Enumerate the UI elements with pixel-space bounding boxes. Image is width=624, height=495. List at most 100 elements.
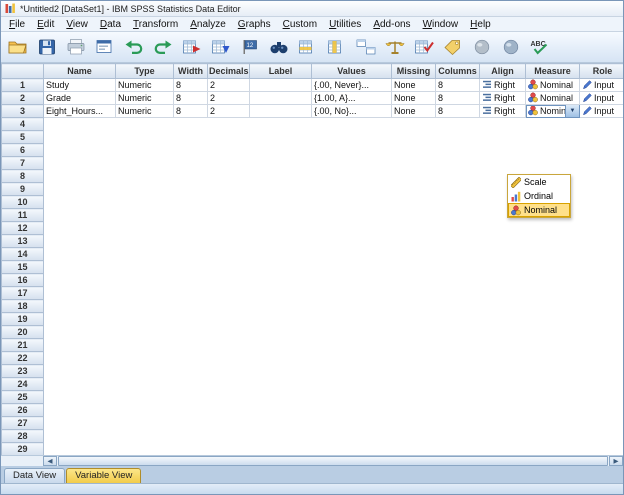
cell-decimals[interactable]: 2 — [207, 104, 250, 118]
menu-item-file[interactable]: File — [3, 19, 31, 30]
col-header-label[interactable]: Label — [249, 63, 312, 79]
menu-item-edit[interactable]: Edit — [31, 19, 60, 30]
cell-columns[interactable]: 8 — [435, 91, 480, 105]
row-number[interactable]: 19 — [1, 312, 44, 326]
row-number[interactable]: 3 — [1, 104, 44, 118]
row-number[interactable]: 24 — [1, 377, 44, 391]
split-file-button[interactable] — [352, 35, 380, 60]
cell-width[interactable]: 8 — [173, 78, 208, 92]
menu-item-window[interactable]: Window — [417, 19, 465, 30]
variables-button[interactable]: 12 — [236, 35, 264, 60]
cell-width[interactable]: 8 — [173, 91, 208, 105]
menu-item-addons[interactable]: Add-ons — [367, 19, 416, 30]
cell-values[interactable]: {.00, No}... — [311, 104, 392, 118]
row-number[interactable]: 17 — [1, 286, 44, 300]
row-number[interactable]: 15 — [1, 260, 44, 274]
menu-item-custom[interactable]: Custom — [277, 19, 323, 30]
col-header-values[interactable]: Values — [311, 63, 392, 79]
insert-variable-button[interactable] — [323, 35, 351, 60]
open-button[interactable] — [4, 35, 32, 60]
row-number[interactable]: 28 — [1, 429, 44, 443]
measure-option-nominal[interactable]: Nominal — [508, 203, 570, 217]
weight-cases-button[interactable] — [381, 35, 409, 60]
measure-option-scale[interactable]: Scale — [508, 175, 570, 189]
cell-columns[interactable]: 8 — [435, 104, 480, 118]
goto-case-button[interactable] — [178, 35, 206, 60]
row-number[interactable]: 16 — [1, 273, 44, 287]
menu-item-analyze[interactable]: Analyze — [184, 19, 232, 30]
row-number[interactable]: 13 — [1, 234, 44, 248]
goto-variable-button[interactable] — [207, 35, 235, 60]
cell-measure[interactable]: Nominal — [525, 91, 580, 105]
row-number[interactable]: 26 — [1, 403, 44, 417]
col-header-align[interactable]: Align — [479, 63, 526, 79]
cell-measure[interactable]: Nominal ▼ — [525, 104, 580, 118]
scroll-left-button[interactable]: ◀ — [43, 456, 57, 466]
menu-item-utilities[interactable]: Utilities — [323, 19, 367, 30]
row-number[interactable]: 20 — [1, 325, 44, 339]
redo-button[interactable] — [149, 35, 177, 60]
col-header-width[interactable]: Width — [173, 63, 208, 79]
menu-item-graphs[interactable]: Graphs — [232, 19, 277, 30]
cell-values[interactable]: {.00, Never}... — [311, 78, 392, 92]
row-number[interactable]: 2 — [1, 91, 44, 105]
cell-align[interactable]: Right — [479, 91, 526, 105]
cell-type[interactable]: Numeric — [115, 78, 174, 92]
measure-dropdown-button[interactable]: ▼ — [565, 105, 579, 117]
row-number[interactable]: 18 — [1, 299, 44, 313]
cell-align[interactable]: Right — [479, 104, 526, 118]
use-variable-sets-button[interactable] — [468, 35, 496, 60]
row-number[interactable]: 29 — [1, 442, 44, 455]
corner-header[interactable] — [1, 63, 44, 79]
menu-item-data[interactable]: Data — [94, 19, 127, 30]
cell-missing[interactable]: None — [391, 78, 436, 92]
col-header-columns[interactable]: Columns — [435, 63, 480, 79]
col-header-missing[interactable]: Missing — [391, 63, 436, 79]
scrollbar-thumb[interactable] — [58, 456, 608, 466]
cell-role[interactable]: Input — [579, 104, 623, 118]
cell-values[interactable]: {1.00, A}... — [311, 91, 392, 105]
row-number[interactable]: 7 — [1, 156, 44, 170]
cell-align[interactable]: Right — [479, 78, 526, 92]
undo-button[interactable] — [120, 35, 148, 60]
cell-role[interactable]: Input — [579, 91, 623, 105]
menu-item-help[interactable]: Help — [464, 19, 497, 30]
row-number[interactable]: 8 — [1, 169, 44, 183]
row-number[interactable]: 10 — [1, 195, 44, 209]
spell-check-button[interactable]: ABC — [526, 35, 554, 60]
row-number[interactable]: 9 — [1, 182, 44, 196]
col-header-type[interactable]: Type — [115, 63, 174, 79]
cell-missing[interactable]: None — [391, 104, 436, 118]
row-number[interactable]: 22 — [1, 351, 44, 365]
col-header-name[interactable]: Name — [43, 63, 116, 79]
scroll-right-button[interactable]: ▶ — [609, 456, 623, 466]
cell-label[interactable] — [249, 78, 312, 92]
cell-type[interactable]: Numeric — [115, 91, 174, 105]
menu-item-transform[interactable]: Transform — [127, 19, 184, 30]
cell-name[interactable]: Eight_Hours... — [43, 104, 116, 118]
cell-label[interactable] — [249, 104, 312, 118]
cell-width[interactable]: 8 — [173, 104, 208, 118]
cell-decimals[interactable]: 2 — [207, 78, 250, 92]
row-number[interactable]: 21 — [1, 338, 44, 352]
cell-role[interactable]: Input — [579, 78, 623, 92]
menu-item-view[interactable]: View — [60, 19, 94, 30]
row-number[interactable]: 12 — [1, 221, 44, 235]
row-number[interactable]: 25 — [1, 390, 44, 404]
tab-variable-view[interactable]: Variable View — [66, 468, 142, 483]
row-number[interactable]: 5 — [1, 130, 44, 144]
recall-dialogs-button[interactable] — [91, 35, 119, 60]
cell-label[interactable] — [249, 91, 312, 105]
row-number[interactable]: 11 — [1, 208, 44, 222]
find-button[interactable] — [265, 35, 293, 60]
cell-type[interactable]: Numeric — [115, 104, 174, 118]
col-header-measure[interactable]: Measure — [525, 63, 580, 79]
save-button[interactable] — [33, 35, 61, 60]
row-number[interactable]: 27 — [1, 416, 44, 430]
row-number[interactable]: 4 — [1, 117, 44, 131]
row-number[interactable]: 1 — [1, 78, 44, 92]
value-labels-button[interactable] — [439, 35, 467, 60]
row-number[interactable]: 6 — [1, 143, 44, 157]
cell-measure[interactable]: Nominal — [525, 78, 580, 92]
insert-cases-button[interactable] — [294, 35, 322, 60]
